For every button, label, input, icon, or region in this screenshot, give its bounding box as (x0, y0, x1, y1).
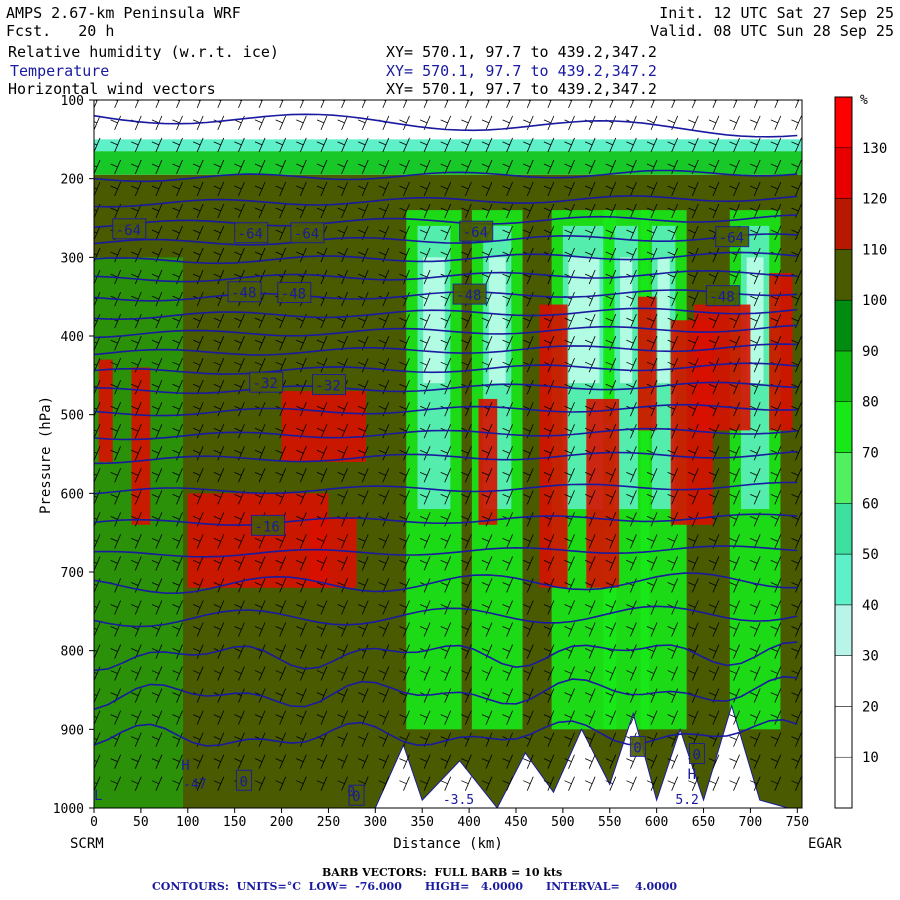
contours-label: CONTOURS: (152, 880, 229, 893)
colorbar-swatch (834, 299, 853, 352)
x-axis-label: Distance (km) (393, 836, 503, 852)
contours-interval: INTERVAL= 4.0000 (545, 880, 678, 893)
contours-high: HIGH= 4.0000 (424, 880, 523, 893)
y-tick-label: 700 (61, 566, 84, 581)
colorbar-tick-label: 70 (862, 446, 879, 462)
rh-ice-supersaturated (478, 398, 498, 525)
colorbar-tick-label: 30 (862, 649, 879, 665)
colorbar-tick-label: 110 (862, 242, 887, 258)
colorbar-tick-label: 130 (862, 141, 887, 157)
colorbar-tick-label: 120 (862, 192, 887, 208)
barb-legend: BARB VECTORS: FULL BARB = 10 kts (322, 866, 563, 879)
contour-label: 0 (633, 740, 641, 756)
x-tick-label: 300 (364, 815, 387, 830)
colorbar-unit: % (860, 93, 868, 108)
colorbar: 10 20 30 40 50 60 70 80 90 100 110 120 130 (834, 96, 887, 809)
y-tick-label: 500 (61, 409, 84, 424)
contour-label: -64 (116, 223, 141, 239)
x-tick-label: 100 (176, 815, 199, 830)
y-tick-label: 400 (61, 330, 84, 345)
colorbar-swatch (834, 401, 853, 453)
colorbar-tick-label: 50 (862, 547, 879, 563)
contour-label: -64 (238, 227, 263, 243)
colorbar-tick-label: 60 (862, 496, 879, 512)
contour-label: 0 (240, 774, 248, 790)
x-tick-label: 350 (410, 815, 433, 830)
x-tick-label: 550 (598, 815, 621, 830)
x-tick-label: 600 (645, 815, 668, 830)
y-tick-label: 100 (61, 94, 84, 109)
contours-low: LOW= -76.000 (308, 880, 402, 893)
extremum-label: H (181, 758, 189, 774)
contour-label: -48 (231, 286, 256, 302)
extremum-value-label: -3.5 (443, 793, 474, 808)
extremum-label: L (94, 788, 102, 804)
colorbar-swatch (834, 756, 853, 809)
colorbar-tick-label: 100 (862, 293, 887, 309)
rh-ice-supersaturated (281, 391, 366, 462)
colorbar-swatch (834, 604, 853, 656)
x-tick-label: 0 (90, 815, 98, 830)
left-endpoint-label: SCRM (70, 836, 104, 852)
x-tick-label: 200 (270, 815, 293, 830)
extremum-value-label: 5.2 (675, 793, 698, 808)
rh-ice-supersaturated (309, 516, 357, 588)
contours-units: UNITS=°C (236, 880, 301, 893)
x-tick-label: 450 (504, 815, 527, 830)
colorbar-tick-label: 20 (862, 699, 879, 715)
x-tick-label: 50 (133, 815, 149, 830)
contour-legend: CONTOURS: UNITS=°C LOW= -76.000 HIGH= 4.… (152, 880, 677, 893)
y-tick-label: 1000 (53, 802, 84, 817)
colorbar-swatch (834, 655, 853, 707)
x-tick-label: 700 (739, 815, 762, 830)
contour-label: -16 (255, 519, 280, 535)
x-tick-label: 500 (551, 815, 574, 830)
y-tick-label: 200 (61, 173, 84, 188)
cross-section-chart: -64 -64 -64 -64 -64 -48 -48 -48 -48 -32 -32 -16 0 0 0 0… (38, 93, 887, 852)
y-axis-label: Pressure (hPa) (38, 396, 54, 514)
rh-ice-supersaturated (98, 359, 113, 462)
x-tick-label: 150 (223, 815, 246, 830)
contour-label: -32 (253, 376, 278, 392)
x-tick-label: 750 (786, 815, 809, 830)
colorbar-swatch (834, 147, 853, 199)
contour-label: -64 (719, 231, 744, 247)
contour-label: 0 (692, 748, 700, 764)
contour-label: -64 (294, 227, 319, 243)
colorbar-swatch (834, 249, 853, 301)
contour-label: -32 (315, 379, 340, 395)
x-tick-label: 250 (317, 815, 340, 830)
contour-label: -64 (463, 225, 488, 241)
contour-label: -48 (456, 288, 481, 304)
colorbar-swatch (834, 350, 853, 402)
colorbar-tick-label: 80 (862, 395, 879, 411)
extremum-value-label: 0 (347, 785, 355, 800)
colorbar-swatch (834, 553, 853, 606)
extremum-value-label: -47 (183, 777, 206, 792)
colorbar-tick-label: 90 (862, 344, 879, 360)
rh-ice-supersaturated (187, 493, 329, 588)
colorbar-swatch (834, 198, 853, 250)
contour-label: -48 (709, 290, 734, 306)
y-tick-label: 900 (61, 723, 84, 738)
colorbar-tick-label: 40 (862, 598, 879, 614)
y-tick-label: 800 (61, 645, 84, 660)
rh-ice-supersaturated (694, 304, 751, 431)
colorbar-swatch (834, 503, 853, 555)
colorbar-swatch (834, 452, 853, 504)
right-endpoint-label: EGAR (808, 836, 842, 852)
colorbar-tick-label: 10 (862, 750, 879, 766)
y-tick-label: 300 (61, 251, 84, 266)
rh-dry-column-inner (657, 257, 670, 384)
extremum-label: H (688, 767, 696, 783)
rh-dry-column-inner (568, 257, 600, 384)
y-tick-label: 600 (61, 487, 84, 502)
contour-label: -48 (281, 287, 306, 303)
colorbar-swatch (834, 96, 853, 149)
colorbar-swatch (834, 706, 853, 758)
x-tick-label: 650 (692, 815, 715, 830)
x-tick-label: 400 (457, 815, 480, 830)
rh-dry-column-inner (488, 257, 506, 384)
